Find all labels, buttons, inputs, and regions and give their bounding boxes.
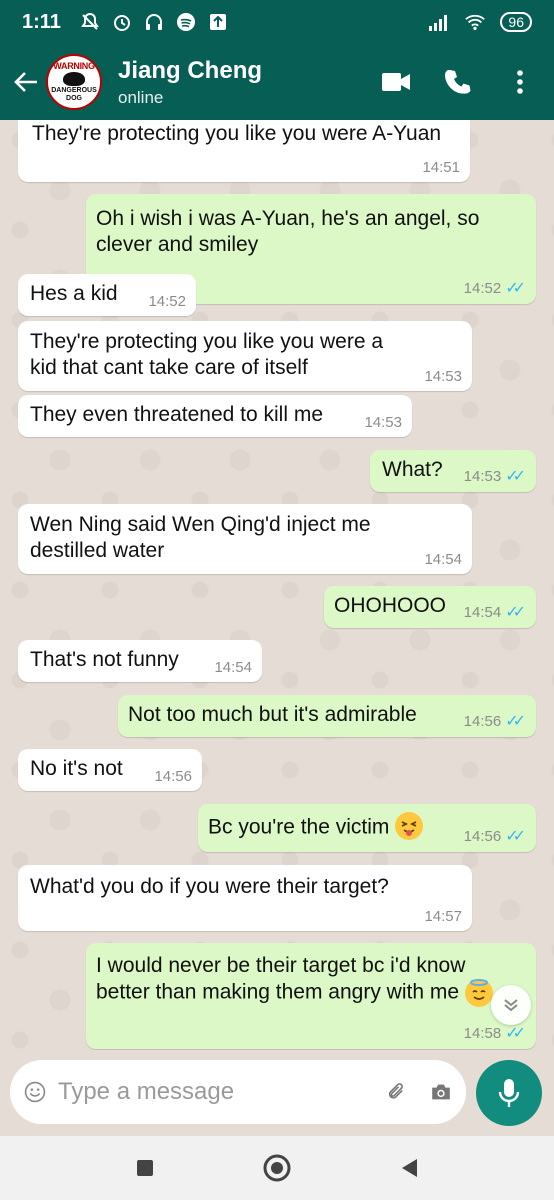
video-call-icon[interactable] (380, 66, 412, 98)
upload-icon (207, 11, 229, 33)
message-text: Oh i wish i was A-Yuan, he's an angel, s… (96, 207, 480, 256)
read-ticks-icon: ✓✓ (505, 713, 526, 730)
input-actions (386, 1081, 452, 1103)
message-text: I would never be their target bc i'd kno… (96, 953, 506, 1007)
mute-bell-icon (79, 11, 101, 33)
more-options-icon[interactable] (504, 66, 536, 98)
phone-call-icon[interactable] (442, 66, 474, 98)
message-incoming[interactable]: They even threatened to kill me 14:53 (18, 395, 412, 437)
read-ticks-icon: ✓✓ (505, 468, 526, 485)
message-incoming[interactable]: They're protecting you like you were a k… (18, 321, 472, 391)
app-bar: 1:11 96 WARNING DANGEROUS DOG Jiang Chen… (0, 0, 554, 120)
message-incoming[interactable]: Hes a kid 14:52 (18, 274, 196, 316)
halo-emoji-icon (464, 979, 493, 1007)
message-time: 14:56 (463, 827, 502, 845)
message-incoming[interactable]: Wen Ning said Wen Qing'd inject me desti… (18, 504, 472, 574)
spotify-icon (175, 11, 197, 33)
message-text: They even threatened to kill me (30, 403, 323, 426)
message-text: Wen Ning said Wen Qing'd inject me desti… (30, 513, 371, 562)
camera-icon[interactable] (430, 1081, 452, 1103)
alarm-icon (111, 11, 133, 33)
message-input[interactable] (58, 1078, 338, 1106)
status-time: 1:11 (22, 10, 61, 33)
avatar-text-top: WARNING (53, 61, 95, 71)
read-ticks-icon: ✓✓ (505, 280, 526, 297)
message-input-box (10, 1060, 466, 1124)
recents-button[interactable] (127, 1150, 163, 1186)
message-outgoing[interactable]: OHOHOOO 14:54 ✓✓ (324, 586, 536, 628)
message-time: 14:53 (364, 414, 402, 431)
attach-paperclip-icon[interactable] (386, 1081, 408, 1103)
message-text: What'd you do if you were their target? (30, 875, 389, 898)
message-outgoing[interactable]: Not too much but it's admirable 14:56 ✓✓ (118, 695, 536, 737)
read-ticks-icon: ✓✓ (505, 604, 526, 621)
message-incoming[interactable]: They're protecting you like you were A-Y… (18, 120, 470, 182)
chat-header: WARNING DANGEROUS DOG Jiang Cheng online (0, 44, 554, 120)
message-text: They're protecting you like you were A-Y… (32, 122, 442, 145)
message-outgoing[interactable]: What? 14:53 ✓✓ (370, 450, 536, 492)
composer (0, 1050, 554, 1136)
contact-status: online (118, 87, 164, 107)
message-time: 14:56 (154, 768, 192, 785)
message-time: 14:54 (424, 551, 462, 568)
message-time: 14:58 (463, 1024, 502, 1042)
home-button[interactable] (259, 1150, 295, 1186)
message-time: 14:54 (463, 603, 502, 621)
dog-silhouette-icon (63, 72, 85, 86)
read-ticks-icon: ✓✓ (505, 1025, 526, 1042)
system-nav-bar (0, 1136, 554, 1200)
message-time: 14:52 (463, 279, 502, 297)
message-time: 14:53 (424, 368, 462, 385)
voice-record-button[interactable] (476, 1060, 542, 1126)
back-arrow-icon[interactable] (6, 62, 46, 102)
battery-level: 96 (500, 12, 532, 32)
status-bar: 1:11 96 (0, 0, 554, 44)
double-chevron-down-icon (504, 999, 518, 1012)
avatar[interactable]: WARNING DANGEROUS DOG (46, 54, 102, 110)
read-ticks-icon: ✓✓ (505, 828, 526, 845)
wifi-icon (464, 11, 486, 33)
message-time: 14:54 (214, 659, 252, 676)
square-icon (137, 1160, 153, 1176)
back-button[interactable] (391, 1150, 427, 1186)
message-body: I would never be their target bc i'd kno… (96, 954, 466, 1004)
message-outgoing[interactable]: I would never be their target bc i'd kno… (86, 943, 536, 1049)
contact-info[interactable]: Jiang Cheng online (118, 57, 262, 108)
avatar-text-bottom: DANGEROUS DOG (51, 87, 97, 102)
status-notification-icons (79, 11, 229, 33)
message-time: 14:52 (148, 293, 186, 310)
circle-icon (263, 1154, 291, 1182)
emoji-icon[interactable] (24, 1081, 46, 1103)
header-actions (380, 66, 536, 98)
contact-name: Jiang Cheng (118, 56, 263, 84)
message-time: 14:53 (463, 467, 502, 485)
message-time: 14:51 (422, 159, 460, 176)
message-incoming[interactable]: What'd you do if you were their target? … (18, 865, 472, 931)
tongue-wink-emoji-icon (395, 812, 424, 840)
message-time: 14:57 (424, 908, 462, 925)
microphone-icon (498, 1079, 520, 1107)
signal-icon (428, 11, 450, 33)
message-outgoing[interactable]: Bc you're the victim 14:56 ✓✓ (198, 804, 536, 852)
scroll-to-bottom-button[interactable] (491, 985, 531, 1025)
message-time: 14:56 (463, 712, 502, 730)
message-text: They're protecting you like you were a k… (30, 330, 384, 379)
triangle-back-icon (402, 1159, 417, 1177)
headphones-icon (143, 11, 165, 33)
message-body: Bc you're the victim (208, 815, 390, 839)
message-list[interactable]: They're protecting you like you were A-Y… (0, 120, 554, 1050)
message-incoming[interactable]: That's not funny 14:54 (18, 640, 262, 682)
message-incoming[interactable]: No it's not 14:56 (18, 749, 202, 791)
status-system-icons: 96 (428, 11, 532, 33)
